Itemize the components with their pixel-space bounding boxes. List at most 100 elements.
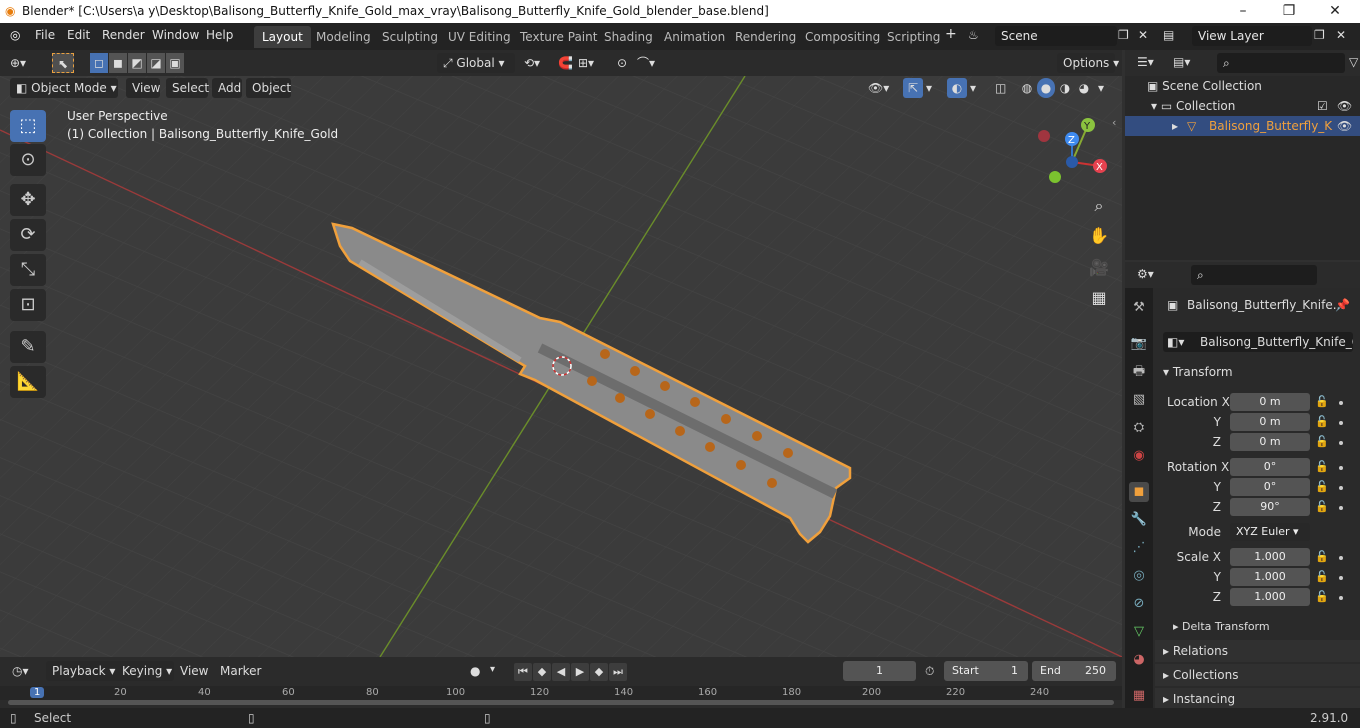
material-tab-icon[interactable]: ◕ [1129,650,1149,670]
cursor-tool[interactable]: ⊙ [10,144,46,176]
rotation-z-field[interactable]: 90° [1230,498,1310,516]
scene-icon[interactable]: ♨ [968,28,979,42]
select-mode-extend-icon[interactable]: ◼ [109,53,127,73]
rotation-x-keyframe-icon[interactable] [1339,466,1343,470]
tab-shading[interactable]: Shading [596,26,661,48]
jump-start-icon[interactable]: ⏮ [514,663,532,681]
jump-keyframe-forward-icon[interactable]: ◆ [590,663,608,681]
menu-object[interactable]: Object [246,78,291,98]
timeline-editor-type-icon[interactable]: ◷▾ [12,664,29,678]
rotation-y-keyframe-icon[interactable] [1339,486,1343,490]
rotate-tool[interactable]: ⟳ [10,219,46,251]
pan-hand-icon[interactable]: ✋ [1085,222,1113,250]
jump-end-icon[interactable]: ⏭ [609,663,627,681]
rotation-y-field[interactable]: 0° [1230,478,1310,496]
frame-ruler[interactable]: 1 20 40 60 80 100 120 140 160 180 200 22… [0,686,1122,700]
camera-view-icon[interactable]: 🎥 [1085,254,1113,282]
view-layer-field[interactable]: View Layer [1192,26,1312,46]
gizmo-neg-z-icon[interactable] [1066,156,1078,168]
delete-view-layer-icon[interactable]: ✕ [1336,28,1346,42]
scale-y-keyframe-icon[interactable] [1339,576,1343,580]
select-mode-intersect-icon[interactable]: ▣ [166,53,184,73]
instancing-panel-header[interactable]: ▸ Instancing [1155,688,1360,710]
location-z-lock-icon[interactable]: 🔓 [1315,435,1329,448]
select-mode-set-icon[interactable]: ◻ [90,53,108,73]
shading-rendered-icon[interactable]: ◕ [1075,78,1093,98]
measure-tool[interactable]: 📐 [10,366,46,398]
menu-view[interactable]: View [126,78,160,98]
select-tweak-icon[interactable]: ⬉ [52,53,74,73]
scale-tool[interactable]: ⤡ [10,254,46,286]
outliner-search-input[interactable]: ⌕ [1217,53,1345,73]
display-mode-icon[interactable]: ▤▾ [1173,55,1190,69]
minimize-button[interactable]: – [1220,0,1266,23]
tab-layout[interactable]: Layout [254,26,311,48]
3d-viewport[interactable]: User Perspective (1) Collection | Baliso… [0,76,1122,657]
gizmo-neg-x-icon[interactable] [1038,130,1050,142]
object-expand-arrow-icon[interactable]: ▸ [1172,119,1178,133]
tab-sculpting[interactable]: Sculpting [374,26,446,48]
delete-scene-icon[interactable]: ✕ [1138,28,1148,42]
location-y-field[interactable]: 0 m [1230,413,1310,431]
location-x-lock-icon[interactable]: 🔓 [1315,395,1329,408]
rotation-z-keyframe-icon[interactable] [1339,506,1343,510]
new-scene-icon[interactable]: ❐ [1118,28,1129,42]
object-name-field[interactable]: ◧▾ Balisong_Butterfly_Knife_Gold [1163,332,1353,352]
add-workspace-icon[interactable]: + [945,26,957,42]
pivot-point-icon[interactable]: ⟲▾ [524,53,540,73]
scale-y-field[interactable]: 1.000 [1230,568,1310,586]
menu-keying[interactable]: Keying ▾ [116,661,174,681]
play-reverse-icon[interactable]: ◀ [552,663,570,681]
delta-transform-header[interactable]: ▸ Delta Transform [1155,616,1360,638]
particles-tab-icon[interactable]: ⋰ [1129,538,1149,558]
location-x-field[interactable]: 0 m [1230,393,1310,411]
tool-tab-icon[interactable]: ⚒ [1129,298,1149,318]
ortho-grid-icon[interactable]: ▦ [1085,284,1113,312]
render-tab-icon[interactable]: 📷 [1129,334,1149,354]
tab-compositing[interactable]: Compositing [797,26,888,48]
transform-orientation-dropdown[interactable]: ⤢ Global ▾ [437,53,515,73]
falloff-icon[interactable]: ⌒▾ [637,53,655,73]
menu-window[interactable]: Window [152,28,199,42]
exclude-checkbox-icon[interactable]: ☑ [1317,99,1328,113]
snap-target-icon[interactable]: ⊞▾ [578,53,594,73]
tab-rendering[interactable]: Rendering [727,26,804,48]
select-mode-invert-icon[interactable]: ◪ [147,53,165,73]
location-x-keyframe-icon[interactable] [1339,401,1343,405]
play-icon[interactable]: ▶ [571,663,589,681]
pin-icon[interactable]: 📌 [1335,298,1350,312]
editor-type-icon[interactable]: ⊕▾ [10,53,26,73]
view-layer-tab-icon[interactable]: ▧ [1129,390,1149,410]
collections-panel-header[interactable]: ▸ Collections [1155,664,1360,686]
scale-z-keyframe-icon[interactable] [1339,596,1343,600]
outliner-row-collection[interactable]: ▾ ▭ Collection ☑ 👁 [1151,99,1356,113]
rotation-z-lock-icon[interactable]: 🔓 [1315,500,1329,513]
menu-add[interactable]: Add [212,78,242,98]
new-view-layer-icon[interactable]: ❐ [1314,28,1325,42]
properties-search-input[interactable]: ⌕ [1191,265,1317,285]
physics-tab-icon[interactable]: ◎ [1129,566,1149,586]
scale-z-field[interactable]: 1.000 [1230,588,1310,606]
blender-menu-icon[interactable]: ◎ [10,28,20,42]
menu-render[interactable]: Render [102,28,145,42]
gizmo-dropdown-icon[interactable]: ▾ [926,78,932,98]
rotation-x-lock-icon[interactable]: 🔓 [1315,460,1329,473]
overlays-dropdown-icon[interactable]: ▾ [970,78,976,98]
tab-scripting[interactable]: Scripting [879,26,948,48]
scale-x-keyframe-icon[interactable] [1339,556,1343,560]
rotation-x-field[interactable]: 0° [1230,458,1310,476]
auto-keying-icon[interactable]: ● [470,664,480,678]
scale-x-field[interactable]: 1.000 [1230,548,1310,566]
sidebar-toggle-icon[interactable]: ‹ [1112,116,1116,129]
filter-icon[interactable]: ▽ [1349,55,1358,69]
transform-tool[interactable]: ⊡ [10,289,46,321]
collection-visibility-eye-icon[interactable]: 👁 [1337,99,1352,113]
show-overlays-icon[interactable]: ◐ [947,78,967,98]
modifiers-tab-icon[interactable]: 🔧 [1129,510,1149,530]
xray-icon[interactable]: ◫ [995,78,1006,98]
jump-keyframe-back-icon[interactable]: ◆ [533,663,551,681]
close-button[interactable]: ✕ [1312,0,1358,23]
object-mode-dropdown[interactable]: ◧ Object Mode ▾ [10,78,118,98]
show-gizmo-icon[interactable]: ⇱ [903,78,923,98]
preview-range-icon[interactable]: ⏱ [925,664,934,679]
